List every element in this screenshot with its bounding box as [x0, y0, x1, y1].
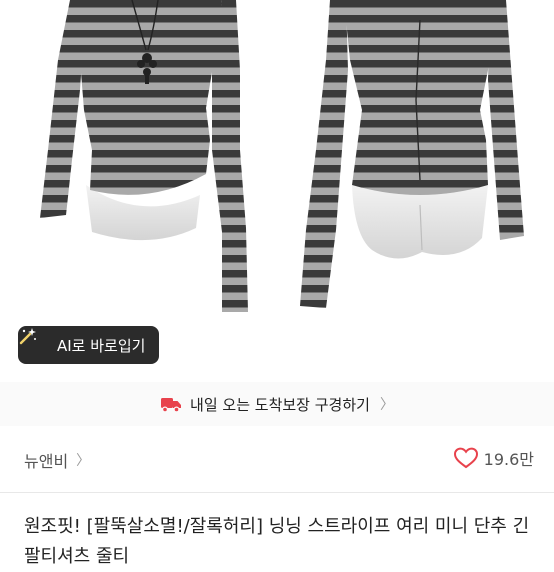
store-row: 뉴앤비 〉 19.6만 — [0, 432, 554, 486]
magic-wand-icon — [19, 328, 50, 355]
chevron-right-icon: 〉 — [379, 397, 394, 413]
ai-try-on-button[interactable]: AI로 바로입기 — [18, 326, 160, 364]
like-count: 19.6만 — [483, 450, 534, 469]
delivery-truck-icon — [160, 395, 182, 413]
product-image[interactable]: AI로 바로입기 — [0, 0, 554, 372]
delivery-banner-text: 내일 오는 도착보장 구경하기 — [190, 395, 370, 414]
shirt-front — [40, 0, 248, 312]
product-photo — [40, 0, 524, 312]
like-button[interactable]: 19.6만 — [453, 446, 534, 470]
shirt-back — [300, 0, 524, 308]
chevron-right-icon: 〉 — [76, 453, 91, 469]
divider — [0, 492, 554, 493]
delivery-guarantee-banner[interactable]: 내일 오는 도착보장 구경하기 〉 — [0, 382, 554, 426]
heart-icon — [453, 447, 478, 469]
product-title: 원조핏! [팔뚝살소멸!/잘록허리] 닝닝 스트라이프 여리 미니 단추 긴팔티… — [24, 516, 530, 567]
store-name: 뉴앤비 — [24, 452, 69, 471]
ai-try-on-label: AI로 바로입기 — [57, 336, 146, 355]
store-link[interactable]: 뉴앤비 〉 — [24, 448, 90, 472]
